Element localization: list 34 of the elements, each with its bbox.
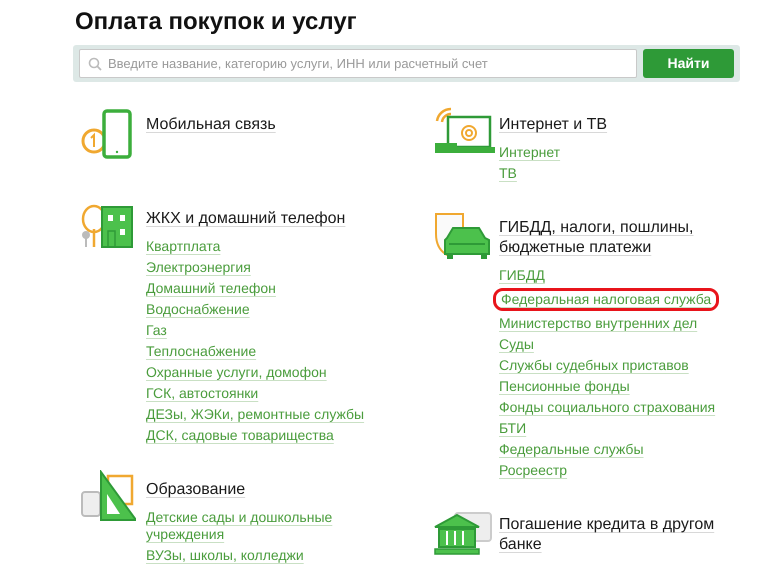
search-button[interactable]: Найти	[643, 49, 734, 78]
service-link[interactable]: Квартплата	[146, 238, 220, 255]
service-link[interactable]: ДЕЗы, ЖЭКи, ремонтные службы	[146, 406, 364, 423]
service-link[interactable]: ГИБДД	[499, 267, 545, 284]
service-link[interactable]: ТВ	[499, 165, 517, 182]
service-link[interactable]: Домашний телефон	[146, 280, 276, 297]
service-link[interactable]: Пенсионные фонды	[499, 378, 630, 395]
category-title[interactable]: Мобильная связь	[146, 115, 276, 135]
page-title: Оплата покупок и услуг	[74, 7, 358, 36]
service-link[interactable]: Газ	[146, 322, 167, 339]
service-link[interactable]: Электроэнергия	[146, 259, 251, 276]
service-link[interactable]: Водоснабжение	[146, 301, 250, 318]
service-link[interactable]: Росреестр	[499, 462, 568, 479]
search-icon	[88, 57, 102, 71]
service-link[interactable]: Федеральная налоговая служба	[493, 288, 720, 311]
service-link[interactable]: Службы судебных приставов	[499, 357, 689, 374]
service-link[interactable]: Суды	[499, 336, 534, 353]
category-title[interactable]: Интернет и ТВ	[499, 115, 608, 135]
service-link[interactable]: ГСК, автостоянки	[146, 385, 258, 402]
service-link[interactable]: Министерство внутренних дел	[499, 315, 698, 332]
category-title[interactable]: Образование	[146, 480, 246, 500]
search-field[interactable]: Введите название, категорию услуги, ИНН или расчетный счет	[79, 49, 637, 78]
category-title[interactable]: ЖКХ и домашний телефон	[146, 209, 346, 229]
category-title[interactable]: ГИБДД, налоги, пошлины, бюджетные платежи	[499, 218, 729, 258]
service-link[interactable]: БТИ	[499, 420, 526, 437]
service-link[interactable]: Теплоснабжение	[146, 343, 256, 360]
category-title[interactable]: Погашение кредита в другом банке	[499, 515, 729, 555]
service-link[interactable]: ДСК, садовые товарищества	[146, 427, 334, 444]
service-link[interactable]: Интернет	[499, 144, 560, 161]
service-link[interactable]: ВУЗы, школы, колледжи	[146, 547, 304, 564]
service-link[interactable]: Детские сады и дошкольные учреждения	[146, 509, 376, 543]
service-link[interactable]: Фонды социального страхования	[499, 399, 716, 416]
service-link[interactable]: Охранные услуги, домофон	[146, 364, 327, 381]
service-link[interactable]: Федеральные службы	[499, 441, 644, 458]
